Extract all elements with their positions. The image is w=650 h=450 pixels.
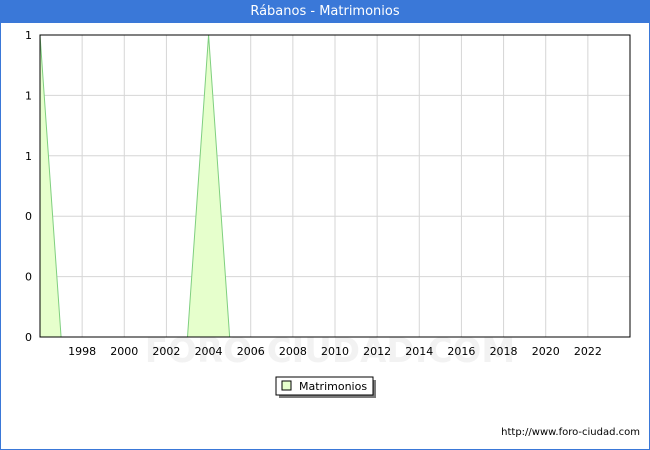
legend-label: Matrimonios	[299, 380, 367, 393]
y-tick-label: 1	[25, 150, 32, 163]
footer-url: http://www.foro-ciudad.com	[501, 427, 640, 438]
series-area-matrimonios	[40, 35, 609, 337]
x-tick-label: 2006	[237, 345, 265, 358]
x-tick-label: 2020	[532, 345, 560, 358]
y-tick-label: 1	[25, 89, 32, 102]
series-line-matrimonios	[39, 34, 609, 338]
x-tick-label: 2010	[321, 345, 349, 358]
x-tick-label: 2004	[195, 345, 223, 358]
y-tick-label: 0	[25, 271, 32, 284]
legend: Matrimonios	[275, 376, 376, 398]
grid	[40, 35, 630, 337]
series-area-layer	[39, 34, 609, 338]
y-tick-label: 0	[25, 210, 32, 223]
x-tick-label: 2022	[574, 345, 602, 358]
x-tick-label: 2014	[405, 345, 433, 358]
x-tick-label: 2002	[152, 345, 180, 358]
chart-svg: FORO-CIUDAD.COM 1998 2000 2002 2004 2006 2008…	[25, 29, 631, 398]
x-tick-label: 2016	[447, 345, 475, 358]
y-tick-label: 0	[25, 331, 32, 344]
x-tick-label: 2012	[363, 345, 391, 358]
legend-swatch	[281, 380, 292, 391]
y-tick-label: 1	[25, 29, 32, 42]
x-tick-label: 2000	[110, 345, 138, 358]
x-tick-label: 1998	[68, 345, 96, 358]
x-tick-label: 2018	[490, 345, 518, 358]
x-tick-label: 2008	[279, 345, 307, 358]
y-axis-ticks: 0 0 0 1 1 1	[25, 29, 32, 344]
